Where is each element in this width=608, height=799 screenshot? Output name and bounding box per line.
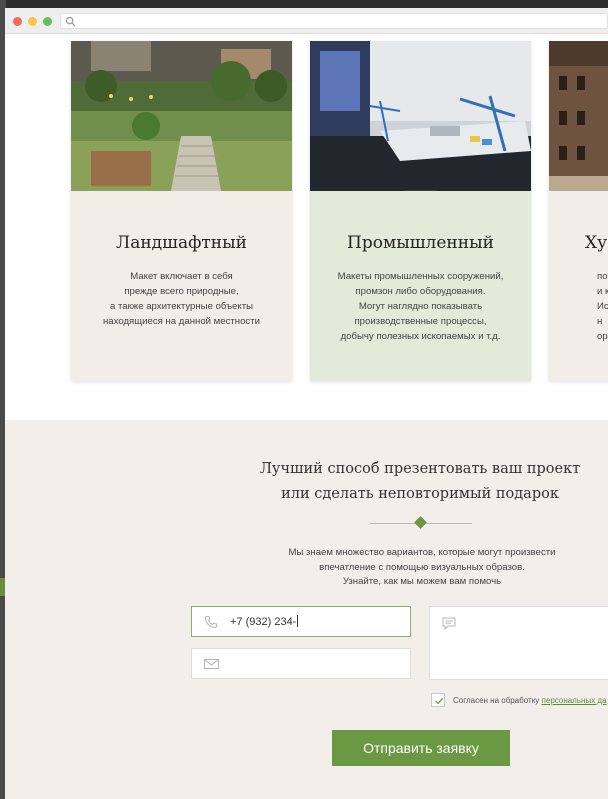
section-headline: Лучший способ презентовать ваш проект ил… (259, 461, 581, 502)
card-title: Промышленный (347, 233, 494, 253)
landscape-model-image (71, 41, 292, 191)
card-art[interactable]: Ху по и к Испо н ор (549, 41, 608, 381)
consent-text: Согласен на обработку персональных да (453, 696, 607, 705)
check-icon (435, 697, 444, 705)
section-description: Мы знаем множество вариантов, которые мо… (288, 547, 556, 587)
industrial-model-image (310, 41, 531, 191)
submit-request-button[interactable]: Отправить заявку (332, 730, 510, 766)
request-section: Лучший способ презентовать ваш проект ил… (5, 420, 608, 799)
phone-value: +7 (932) 234- (230, 615, 299, 628)
privacy-link[interactable]: персональных да (542, 696, 607, 705)
consent-row: Согласен на обработку персональных да (431, 693, 608, 709)
card-title: Ху (585, 233, 608, 253)
comment-icon (442, 617, 456, 630)
card-body: Ландшафтный Макет включает в себя прежде… (71, 191, 292, 381)
card-title: Ландшафтный (116, 233, 247, 253)
card-landscape[interactable]: Ландшафтный Макет включает в себя прежде… (71, 41, 292, 381)
address-bar[interactable] (60, 13, 608, 29)
divider-ornament (370, 516, 472, 529)
search-icon (65, 16, 76, 27)
card-text: Макет включает в себя прежде всего приро… (103, 271, 260, 327)
card-text: по и к Испо н ор (597, 271, 608, 342)
maximize-window-button[interactable] (43, 17, 52, 26)
art-model-image (549, 41, 608, 191)
card-industrial[interactable]: Промышленный Макеты промышленных сооруже… (310, 41, 531, 381)
consent-checkbox[interactable] (431, 693, 445, 707)
mail-icon (204, 659, 219, 669)
category-cards: Ландшафтный Макет включает в себя прежде… (71, 41, 608, 381)
card-body: Ху по и к Испо н ор (549, 191, 608, 381)
diamond-icon (414, 516, 427, 529)
card-text: Макеты промышленных сооружений, промзон … (337, 271, 504, 342)
browser-window: Ландшафтный Макет включает в себя прежде… (5, 8, 608, 799)
email-field[interactable] (191, 648, 411, 679)
phone-icon (204, 616, 217, 629)
phone-field[interactable]: +7 (932) 234- (191, 606, 411, 637)
minimize-window-button[interactable] (28, 17, 37, 26)
card-body: Промышленный Макеты промышленных сооруже… (310, 191, 531, 381)
close-window-button[interactable] (13, 17, 22, 26)
comment-field[interactable] (429, 606, 608, 680)
browser-toolbar (5, 8, 608, 34)
